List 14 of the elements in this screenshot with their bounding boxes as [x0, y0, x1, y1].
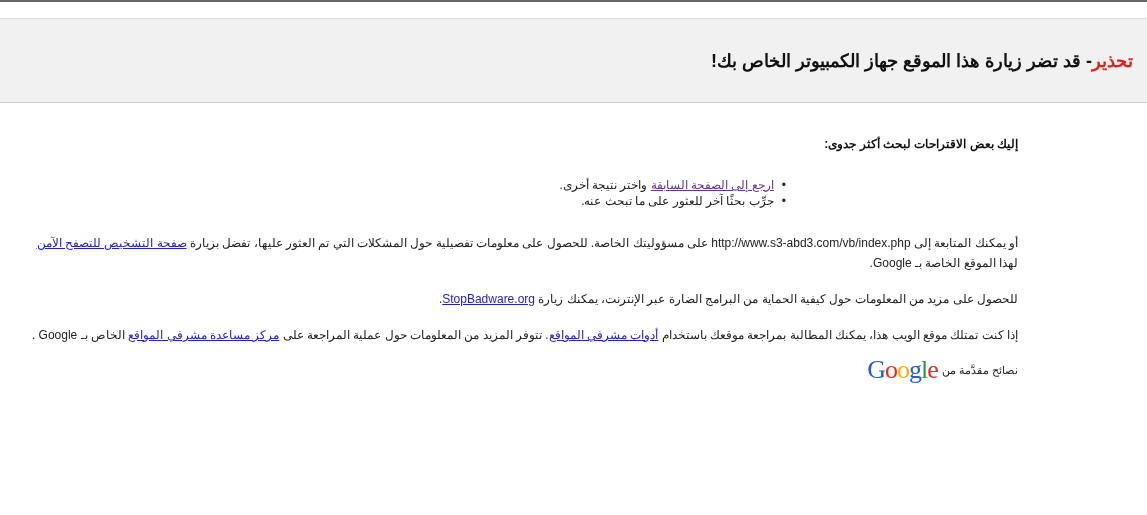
bullet: • — [781, 193, 786, 209]
help-link[interactable]: صفحة التشخيص للتصفح الآمن — [36, 236, 187, 250]
back-link[interactable]: ارجع إلى الصفحة السابقة — [650, 178, 774, 192]
advisory-caption: نصائح مقدَّمة من — [941, 363, 1018, 377]
warning-title: تحذير- قد تضر زيارة هذا الموقع جهاز الكمبيوتر الخاص بك! — [711, 49, 1133, 72]
suggestion-item: جرِّب بحثًا آخر للعثور على ما تبحث عنه. — [581, 193, 774, 209]
info-paragraph: أو يمكنك المتابعة إلى http://www.s3-abd3.com/vb/index.php على مسؤوليتك الخاصة. للحصول على معلومات تفصيلية حول المشكلات التي تم العثور عليها، تفضل بزيارة صفحة التشخيص للتصفح الآمن لهذا الموقع الخاصة بـ Google. — [35, 235, 1018, 272]
google-logo: Google — [867, 355, 938, 385]
info-paragraph: إذا كنت تمتلك موقع الويب هذا، يمكنك المطالبة بمراجعة موقعك باستخدام أدوات مشرفي المواقع. تتوفر المزيد من المعلومات حول عملية المراجعة على مركز مساعدة مشرفي المواقع الخاص بـ Google . — [30, 327, 1018, 344]
help-link[interactable]: مركز مساعدة مشرفي المواقع — [128, 328, 280, 342]
suggestion-item: ارجع إلى الصفحة السابقة واختر نتيجة أخرى. — [559, 177, 774, 193]
suggestions-heading: إليك بعض الاقتراحات لبحث أكثر جدوى: — [823, 137, 1018, 151]
help-link[interactable]: StopBadware.org — [442, 292, 535, 306]
bullet: • — [781, 177, 786, 193]
